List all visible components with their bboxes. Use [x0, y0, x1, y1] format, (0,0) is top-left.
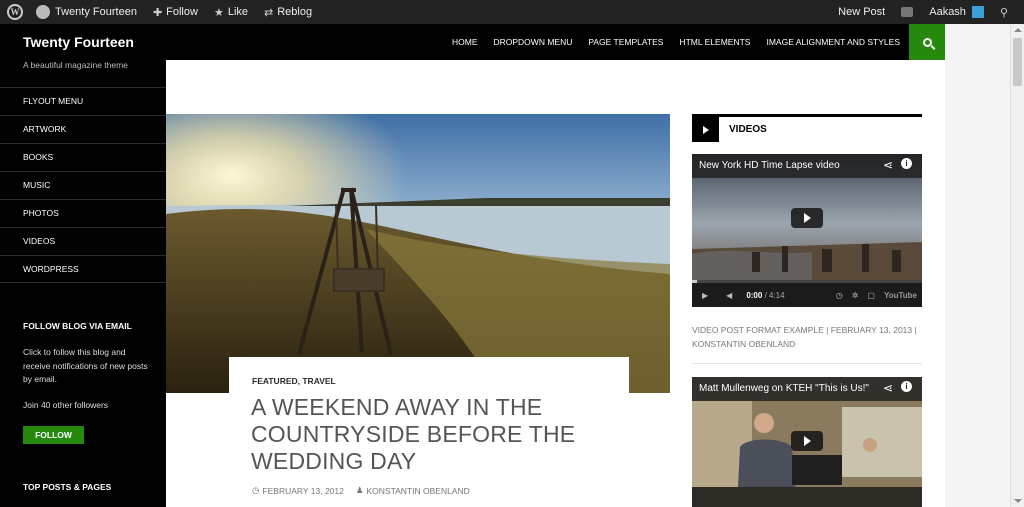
- post-header: FEATURED, TRAVEL A WEEKEND AWAY IN THE C…: [229, 357, 629, 507]
- volume-icon[interactable]: ◀: [726, 291, 732, 300]
- play-icon[interactable]: ▶: [702, 291, 708, 300]
- admin-search-button[interactable]: ⚲: [992, 0, 1020, 24]
- notification-icon: [901, 7, 914, 17]
- post-title[interactable]: A WEEKEND AWAY IN THE COUNTRYSIDE BEFORE…: [251, 394, 611, 475]
- sidebar-item-artwork[interactable]: ARTWORK: [0, 115, 166, 143]
- landscape-photo: [166, 114, 670, 393]
- user-menu[interactable]: Aakash: [921, 0, 992, 24]
- follow-button[interactable]: FOLLOW: [23, 426, 84, 444]
- sidebar-item-books[interactable]: BOOKS: [0, 143, 166, 171]
- video-actions: ⋖ i: [883, 158, 912, 172]
- share-icon[interactable]: ⋖: [883, 381, 893, 395]
- video-time: 0:00 / 4:14: [746, 291, 784, 300]
- scrollbar-thumb[interactable]: [1013, 38, 1022, 86]
- clock-icon[interactable]: ◷: [836, 291, 843, 300]
- avatar: [971, 6, 984, 18]
- secondary-menu: FLYOUT MENU ARTWORK BOOKS MUSIC PHOTOS V…: [0, 87, 166, 283]
- nav-home[interactable]: HOME: [444, 37, 486, 47]
- post-date[interactable]: FEBRUARY 13, 2012: [262, 486, 343, 496]
- video-player-1[interactable]: New York HD Time Lapse video ⋖ i ▶ ◀ 0:0…: [692, 154, 922, 307]
- wordpress-icon: W: [7, 4, 23, 20]
- scroll-down-icon[interactable]: [1014, 499, 1022, 503]
- post-meta: ◷ FEBRUARY 13, 2012 ♟ KONSTANTIN OBENLAN…: [252, 485, 470, 496]
- reblog-label: Reblog: [277, 6, 313, 18]
- sidebar-item-flyout-menu[interactable]: FLYOUT MENU: [0, 87, 166, 115]
- fullscreen-icon[interactable]: ▢: [867, 291, 875, 300]
- follow-description: Click to follow this blog and receive no…: [23, 347, 148, 384]
- user-name: Aakash: [929, 6, 966, 18]
- info-icon[interactable]: i: [901, 158, 912, 169]
- videos-widget-heading: VIDEOS: [692, 114, 922, 142]
- top-posts-heading: TOP POSTS & PAGES: [23, 482, 112, 492]
- admin-bar: W Twenty Fourteen ✚ Follow ★ Like ⇄ Rebl…: [0, 0, 1024, 24]
- left-sidebar: A beautiful magazine theme FLYOUT MENU A…: [0, 60, 166, 507]
- new-post-link[interactable]: New Post: [830, 0, 893, 24]
- video-play-button[interactable]: [791, 208, 823, 228]
- post-author[interactable]: KONSTANTIN OBENLAND: [366, 486, 469, 496]
- sidebar-item-photos[interactable]: PHOTOS: [0, 199, 166, 227]
- video-actions: ⋖ i: [883, 381, 912, 395]
- post-categories[interactable]: FEATURED, TRAVEL: [252, 376, 336, 386]
- star-icon: ★: [213, 6, 224, 19]
- search-toggle-button[interactable]: [909, 24, 945, 60]
- site-header: Twenty Fourteen HOME DROPDOWN MENU PAGE …: [0, 24, 945, 60]
- new-post-label: New Post: [838, 6, 886, 18]
- widget-title[interactable]: VIDEOS: [729, 124, 767, 135]
- share-icon[interactable]: ⋖: [883, 158, 893, 172]
- reblog-link[interactable]: ⇄ Reblog: [256, 0, 320, 24]
- follow-link[interactable]: ✚ Follow: [145, 0, 206, 24]
- site-tagline: A beautiful magazine theme: [23, 60, 128, 70]
- site-title[interactable]: Twenty Fourteen: [23, 34, 134, 50]
- time-total: / 4:14: [764, 290, 785, 300]
- site-name-link[interactable]: Twenty Fourteen: [28, 0, 145, 24]
- video-player-2[interactable]: Matt Mullenweg on KTEH "This is Us!" ⋖ i: [692, 377, 922, 507]
- search-icon: [922, 37, 932, 47]
- follow-icon: ✚: [152, 6, 163, 19]
- notifications-button[interactable]: [893, 0, 921, 24]
- wordpress-logo-button[interactable]: W: [2, 0, 28, 24]
- follow-label: Follow: [166, 6, 198, 18]
- follower-count: Join 40 other followers: [23, 400, 109, 410]
- follow-heading: FOLLOW BLOG VIA EMAIL: [23, 321, 132, 331]
- nav-dropdown-menu[interactable]: DROPDOWN MENU: [485, 37, 580, 47]
- settings-icon[interactable]: ✲: [852, 291, 859, 300]
- sidebar-item-music[interactable]: MUSIC: [0, 171, 166, 199]
- sidebar-item-wordpress[interactable]: WORDPRESS: [0, 255, 166, 283]
- nav-image-alignment[interactable]: IMAGE ALIGNMENT AND STYLES: [758, 37, 908, 47]
- video-controls: ▶ ◀ 0:00 / 4:14 ◷ ✲ ▢ YouTube: [692, 283, 922, 307]
- clock-icon: ◷: [252, 485, 260, 495]
- video-title[interactable]: Matt Mullenweg on KTEH "This is Us!": [699, 383, 869, 394]
- search-icon: ⚲: [999, 6, 1008, 19]
- divider: [692, 363, 922, 364]
- like-link[interactable]: ★ Like: [206, 0, 256, 24]
- like-label: Like: [227, 6, 249, 18]
- youtube-logo[interactable]: YouTube: [884, 291, 917, 300]
- globe-icon: [36, 5, 50, 19]
- reblog-icon: ⇄: [264, 6, 274, 19]
- play-icon: [692, 117, 719, 142]
- main-content: FEATURED, TRAVEL A WEEKEND AWAY IN THE C…: [166, 60, 945, 507]
- featured-image[interactable]: [166, 114, 670, 393]
- user-icon: ♟: [355, 485, 364, 495]
- sidebar-item-videos[interactable]: VIDEOS: [0, 227, 166, 255]
- video-play-button[interactable]: [791, 431, 823, 451]
- page-scrollbar[interactable]: [1010, 24, 1024, 507]
- video-post-meta[interactable]: VIDEO POST FORMAT EXAMPLE | FEBRUARY 13,…: [692, 323, 932, 351]
- scroll-up-icon[interactable]: [1014, 28, 1022, 32]
- video-title[interactable]: New York HD Time Lapse video: [699, 160, 840, 171]
- info-icon[interactable]: i: [901, 381, 912, 392]
- nav-html-elements[interactable]: HTML ELEMENTS: [671, 37, 758, 47]
- primary-nav: HOME DROPDOWN MENU PAGE TEMPLATES HTML E…: [444, 24, 908, 60]
- site-name-label: Twenty Fourteen: [55, 6, 137, 18]
- nav-page-templates[interactable]: PAGE TEMPLATES: [580, 37, 671, 47]
- time-current: 0:00: [746, 290, 763, 300]
